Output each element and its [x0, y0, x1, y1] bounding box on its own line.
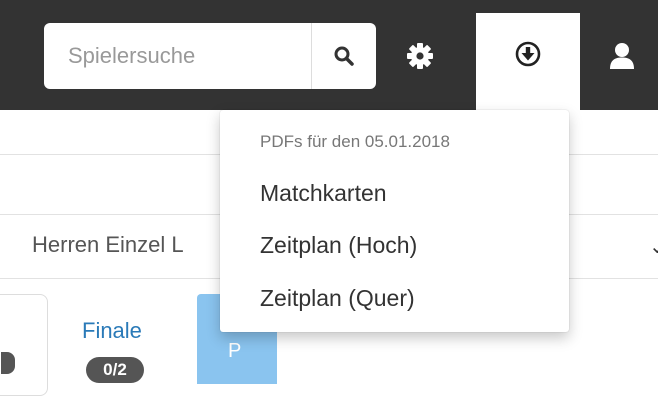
menu-header: PDFs für den 05.01.2018 [260, 132, 450, 151]
search-input[interactable] [44, 23, 268, 89]
round-tab-finale[interactable]: Finale [82, 318, 142, 344]
user-menu-button[interactable] [596, 30, 648, 82]
download-pdf-button[interactable] [476, 13, 580, 117]
search-group [44, 23, 376, 89]
menu-item-zeitplan-hoch[interactable]: Zeitplan (Hoch) [260, 232, 417, 259]
pdf-download-menu: PDFs für den 05.01.2018 Matchkarten Zeit… [220, 110, 569, 332]
search-icon [334, 46, 354, 66]
chevron-down-icon[interactable]: ⌄ [649, 234, 658, 259]
round-card[interactable] [0, 294, 48, 396]
round-card-label: P [228, 340, 242, 362]
menu-item-zeitplan-quer[interactable]: Zeitplan (Quer) [260, 285, 415, 312]
scroll-handle[interactable] [1, 352, 15, 374]
search-button[interactable] [312, 23, 376, 89]
user-icon [610, 43, 634, 69]
download-circle-icon [515, 41, 541, 67]
menu-item-matchkarten[interactable]: Matchkarten [260, 180, 387, 207]
gear-icon [407, 43, 433, 69]
round-progress-badge: 0/2 [86, 357, 144, 383]
competition-select-value[interactable]: Herren Einzel L [32, 232, 184, 258]
settings-button[interactable] [394, 30, 446, 82]
